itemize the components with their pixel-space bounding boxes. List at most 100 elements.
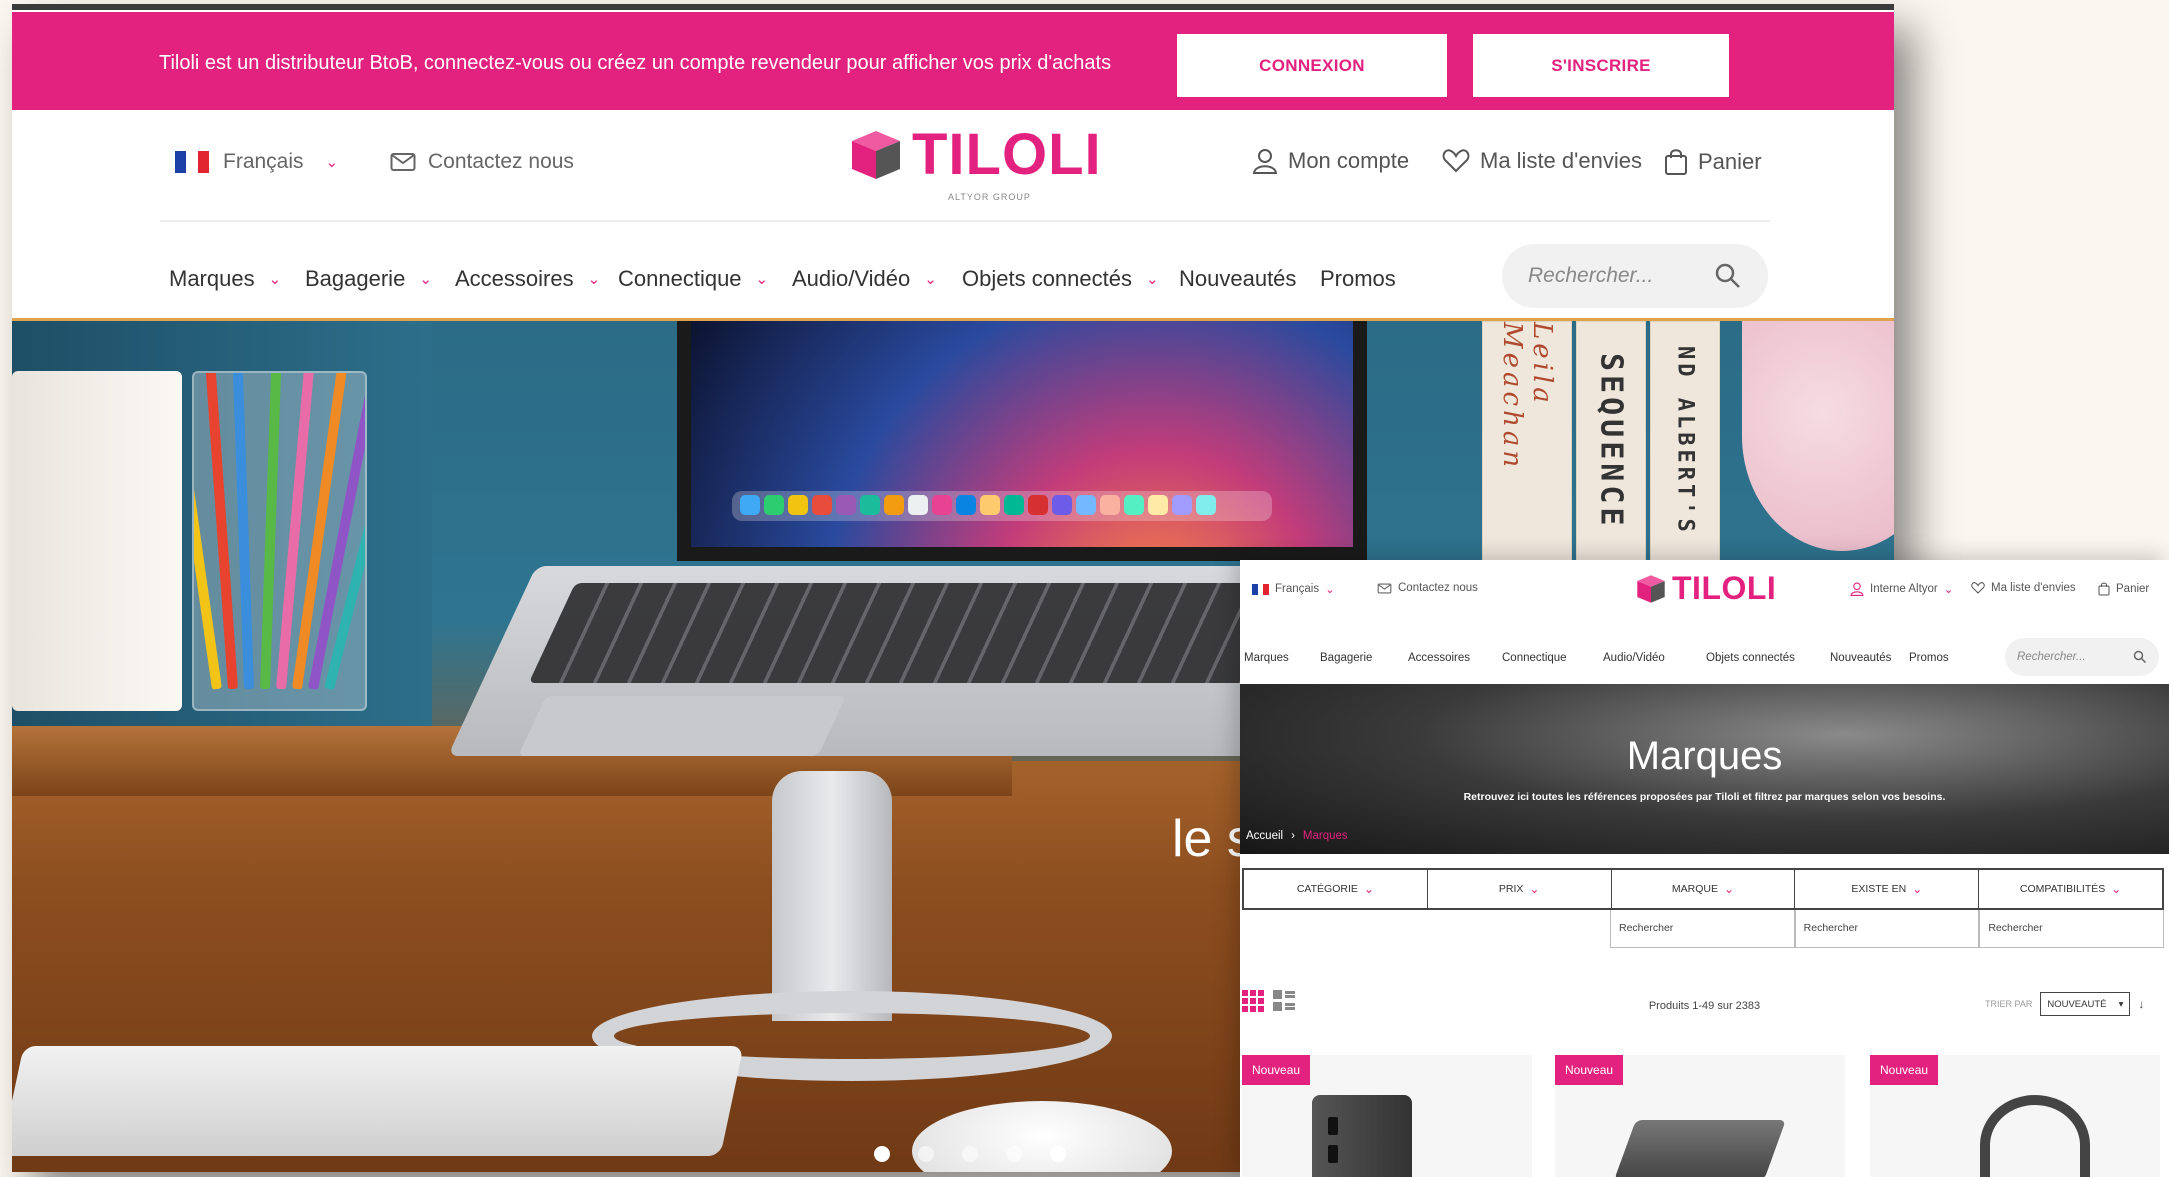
wishlist-label: Ma liste d'envies bbox=[1480, 148, 1642, 173]
product-image bbox=[1312, 1095, 1412, 1177]
front-nav-item[interactable]: Marques bbox=[1244, 652, 1289, 664]
front-site-logo[interactable]: TILOLI bbox=[1635, 570, 1776, 607]
cart-link[interactable]: Panier bbox=[1664, 148, 1762, 176]
carousel-dot[interactable] bbox=[1050, 1146, 1066, 1162]
hero-laptop-screen bbox=[677, 321, 1367, 561]
nav-label: Nouveautés bbox=[1179, 266, 1297, 291]
filter-label: COMPATIBILITÉS bbox=[2019, 883, 2106, 895]
sort-value: NOUVEAUTÉ bbox=[2047, 998, 2107, 1010]
site-logo[interactable]: TILOLI ALTYOR GROUP bbox=[848, 126, 1102, 202]
filter-compatibilities[interactable]: COMPATIBILITÉS ⌄ bbox=[1979, 870, 2162, 908]
shopping-bag-icon bbox=[2098, 582, 2110, 596]
front-search-input[interactable]: Rechercher... bbox=[2017, 651, 2086, 663]
header-divider bbox=[160, 220, 1770, 222]
hero-candle bbox=[12, 371, 182, 711]
envelope-icon bbox=[390, 153, 416, 171]
nav-item-audio-video[interactable]: Audio/Vidéo ⌄ bbox=[792, 266, 937, 292]
product-card[interactable]: Nouveau bbox=[1555, 1055, 1845, 1177]
front-nav-item[interactable]: Promos bbox=[1909, 652, 1949, 664]
filter-brand[interactable]: MARQUE ⌄ bbox=[1612, 870, 1796, 908]
main-nav: Marques ⌄ Bagagerie ⌄ Accessoires ⌄ Connect… bbox=[12, 242, 1894, 322]
new-badge: Nouveau bbox=[1242, 1055, 1311, 1085]
logo-tagline: ALTYOR GROUP bbox=[948, 192, 1031, 202]
new-badge: Nouveau bbox=[1555, 1055, 1624, 1085]
front-account-label: Interne Altyor bbox=[1870, 583, 1938, 595]
front-nav-item[interactable]: Nouveautés bbox=[1830, 652, 1891, 664]
front-account-link[interactable]: Interne Altyor ⌄ bbox=[1850, 582, 1953, 596]
front-nav-item[interactable]: Connectique bbox=[1502, 652, 1567, 664]
login-button[interactable]: CONNEXION bbox=[1177, 34, 1447, 97]
nav-label: Connectique bbox=[618, 266, 742, 291]
filter-exists-in[interactable]: EXISTE EN ⌄ bbox=[1795, 870, 1980, 908]
filter-search-input[interactable]: Rechercher bbox=[1610, 910, 1795, 948]
language-selector[interactable]: Français ⌄ bbox=[175, 150, 338, 174]
hero-books: Leila Meachan SEQUENCE ND ALBERT'S bbox=[1482, 321, 1732, 561]
chevron-down-icon: ⌄ bbox=[755, 271, 769, 288]
wishlist-link[interactable]: Ma liste d'envies bbox=[1442, 148, 1642, 174]
french-flag-icon bbox=[1252, 583, 1270, 595]
filter-price[interactable]: PRIX ⌄ bbox=[1428, 870, 1612, 908]
sort-select[interactable]: NOUVEAUTÉ ▾ bbox=[2040, 992, 2131, 1016]
nav-label: Marques bbox=[169, 266, 255, 291]
search-icon[interactable] bbox=[1714, 262, 1742, 290]
front-nav-item[interactable]: Accessoires bbox=[1408, 652, 1470, 664]
carousel-dot[interactable] bbox=[918, 1146, 934, 1162]
nav-item-nouveautes[interactable]: Nouveautés bbox=[1179, 266, 1296, 292]
category-subtitle: Retrouvez ici toutes les références prop… bbox=[1463, 791, 1946, 803]
contact-link[interactable]: Contactez nous bbox=[390, 150, 574, 174]
carousel-dot[interactable] bbox=[962, 1146, 978, 1162]
front-contact-link[interactable]: Contactez nous bbox=[1377, 582, 1478, 594]
filter-label: PRIX bbox=[1498, 883, 1524, 895]
filter-search-input[interactable]: Rechercher bbox=[1794, 910, 1980, 948]
chevron-down-icon: ⌄ bbox=[1912, 882, 1923, 896]
nav-label: Bagagerie bbox=[305, 266, 406, 291]
nav-item-accessoires[interactable]: Accessoires ⌄ bbox=[455, 266, 600, 292]
front-nav-item[interactable]: Bagagerie bbox=[1320, 652, 1372, 664]
caret-down-icon: ▾ bbox=[2118, 998, 2124, 1010]
hero-laptop-keyboard bbox=[528, 583, 1316, 683]
carousel-dot[interactable] bbox=[1006, 1146, 1022, 1162]
site-header: Français ⌄ Contactez nous TILOLI ALTYOR … bbox=[12, 110, 1894, 222]
chevron-down-icon: ⌄ bbox=[1943, 584, 1954, 596]
front-language-selector[interactable]: Français ⌄ bbox=[1252, 582, 1335, 596]
front-nav-item[interactable]: Audio/Vidéo bbox=[1603, 652, 1665, 664]
chevron-down-icon: ⌄ bbox=[419, 271, 432, 288]
search-icon[interactable] bbox=[2133, 650, 2147, 664]
front-nav-item[interactable]: Objets connectés bbox=[1706, 652, 1795, 664]
search-input[interactable]: Rechercher... bbox=[1528, 264, 1653, 288]
product-image bbox=[1614, 1120, 1786, 1177]
signup-button[interactable]: S'INSCRIRE bbox=[1473, 34, 1729, 97]
breadcrumb-home[interactable]: Accueil bbox=[1246, 830, 1283, 842]
envelope-icon bbox=[1377, 583, 1392, 593]
front-wishlist-link[interactable]: Ma liste d'envies bbox=[1971, 582, 2076, 594]
front-cart-link[interactable]: Panier bbox=[2098, 582, 2149, 596]
nav-item-objets-connectes[interactable]: Objets connectés ⌄ bbox=[962, 266, 1159, 292]
hero-book: ND ALBERT'S bbox=[1650, 321, 1720, 561]
new-badge: Nouveau bbox=[1870, 1055, 1939, 1085]
sort-direction-icon[interactable]: ↓ bbox=[2138, 997, 2144, 1011]
hero-pencil-cup bbox=[192, 371, 367, 711]
nav-label: Promos bbox=[1320, 266, 1396, 291]
search-bar[interactable]: Rechercher... bbox=[1502, 244, 1768, 308]
filter-bar: CATÉGORIE ⌄ PRIX ⌄ MARQUE ⌄ EXISTE EN ⌄ COMP… bbox=[1242, 868, 2164, 910]
front-search-bar[interactable]: Rechercher... bbox=[2005, 638, 2159, 676]
breadcrumb-separator: › bbox=[1291, 830, 1295, 842]
user-icon bbox=[1252, 149, 1278, 174]
account-link[interactable]: Mon compte bbox=[1252, 148, 1409, 174]
hero-laptop-stand bbox=[772, 771, 892, 1021]
filter-category[interactable]: CATÉGORIE ⌄ bbox=[1244, 870, 1428, 908]
product-card[interactable]: Nouveau bbox=[1242, 1055, 1532, 1177]
filter-label: EXISTE EN bbox=[1851, 883, 1907, 895]
book-title: SEQUENCE bbox=[1593, 352, 1629, 530]
cube-logo-icon bbox=[1637, 574, 1665, 603]
chevron-down-icon: ⌄ bbox=[268, 271, 282, 288]
filter-search-input[interactable]: Rechercher bbox=[1979, 910, 2165, 948]
nav-item-marques[interactable]: Marques ⌄ bbox=[169, 266, 281, 292]
carousel-dot[interactable] bbox=[874, 1146, 890, 1162]
nav-item-promos[interactable]: Promos bbox=[1320, 266, 1396, 292]
hero-book: SEQUENCE bbox=[1576, 321, 1646, 561]
nav-item-bagagerie[interactable]: Bagagerie ⌄ bbox=[305, 266, 432, 292]
product-card[interactable]: Nouveau bbox=[1870, 1055, 2160, 1177]
cube-logo-icon bbox=[852, 131, 900, 179]
nav-item-connectique[interactable]: Connectique ⌄ bbox=[618, 266, 768, 292]
